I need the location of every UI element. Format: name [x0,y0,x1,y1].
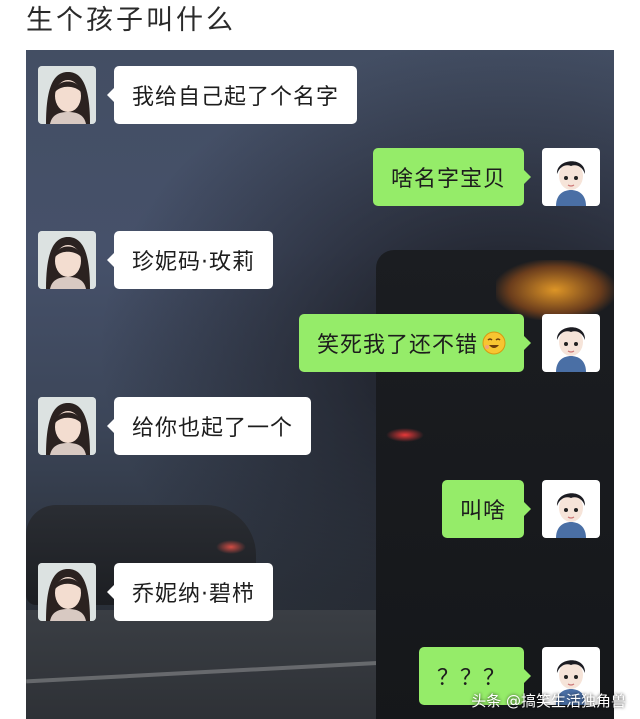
boy-avatar[interactable] [542,314,600,372]
boy-avatar[interactable] [542,480,600,538]
background-bus-lights [386,428,424,442]
girl-avatar[interactable] [38,231,96,289]
message-row: 啥名字宝贝 [372,148,600,206]
boy-avatar[interactable] [542,148,600,206]
girl-avatar[interactable] [38,563,96,621]
girl-avatar[interactable] [38,397,96,455]
message-bubble-incoming[interactable]: 乔妮纳·碧栉 [107,563,273,621]
background-car-light [216,540,246,554]
message-row: 叫啥 [441,480,600,538]
message-text: 笑死我了还不错 [316,333,478,358]
watermark: 头条 @搞笑生活独角兽 [471,692,626,710]
chat-screenshot: 我给自己起了个名字 啥名字宝贝 珍妮码·玫莉 笑死我了还不错 给你也起了一个 叫… [26,50,614,719]
message-bubble-outgoing[interactable]: 笑死我了还不错 [298,314,532,372]
laughing-emoji-icon [482,331,506,355]
message-bubble-incoming[interactable]: 珍妮码·玫莉 [107,231,273,289]
message-bubble-outgoing[interactable]: 叫啥 [441,480,532,538]
girl-avatar[interactable] [38,66,96,124]
message-row: 珍妮码·玫莉 [38,231,273,289]
post-title: 生个孩子叫什么 [26,5,236,36]
message-bubble-outgoing[interactable]: 啥名字宝贝 [372,148,532,206]
message-row: 给你也起了一个 [38,397,312,455]
message-bubble-incoming[interactable]: 我给自己起了个名字 [106,66,358,124]
background-bus-sign [496,260,614,320]
message-row: 我给自己起了个名字 [38,66,358,124]
message-row: 乔妮纳·碧栉 [38,563,273,621]
message-bubble-incoming[interactable]: 给你也起了一个 [106,397,312,455]
message-row: 笑死我了还不错 [298,314,600,372]
